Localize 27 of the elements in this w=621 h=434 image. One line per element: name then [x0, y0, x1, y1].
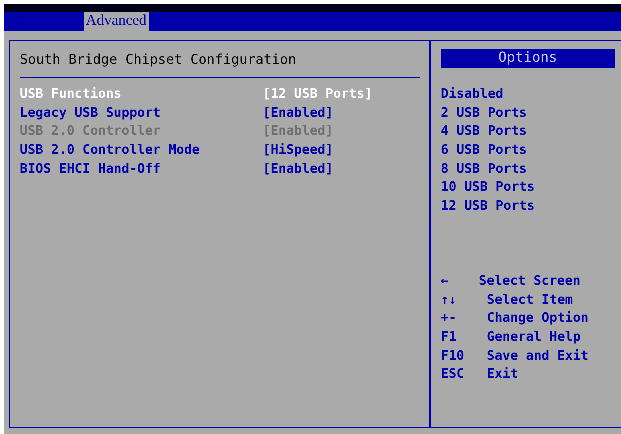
setting-value[interactable]: [HiSpeed]: [263, 142, 334, 161]
help-action: Select Screen: [479, 272, 582, 291]
option-item: 4 USB Ports: [441, 123, 528, 142]
option-item: 12 USB Ports: [441, 198, 536, 216]
help-action: Select Item: [487, 292, 574, 310]
help-key: F10: [441, 348, 487, 366]
help-action: Exit: [487, 366, 520, 384]
option-item: 10 USB Ports: [441, 179, 536, 198]
setting-value[interactable]: [Enabled]: [263, 160, 334, 180]
help-key: ↑↓: [441, 292, 487, 310]
setting-label[interactable]: BIOS EHCI Hand-Off: [20, 160, 263, 180]
menu-tab[interactable]: Advanced: [84, 12, 149, 31]
help-key: F1: [441, 328, 487, 348]
help-action: Save and Exit: [487, 348, 589, 366]
setting-label[interactable]: Legacy USB Support: [20, 104, 263, 124]
setting-value[interactable]: [Enabled]: [263, 104, 334, 124]
section-title: South Bridge Chipset Configuration: [20, 51, 298, 70]
option-item: 8 USB Ports: [441, 160, 528, 179]
option-item: Disabled: [441, 86, 505, 104]
option-item: 6 USB Ports: [441, 142, 528, 160]
option-item: 2 USB Ports: [441, 104, 528, 123]
help-action: General Help: [487, 328, 582, 347]
help-key: ESC: [441, 366, 487, 385]
help-action: Change Option: [487, 310, 589, 328]
help-key: +-: [441, 310, 487, 329]
setting-label[interactable]: USB 2.0 Controller Mode: [20, 142, 263, 161]
options-header: Options: [441, 49, 615, 68]
